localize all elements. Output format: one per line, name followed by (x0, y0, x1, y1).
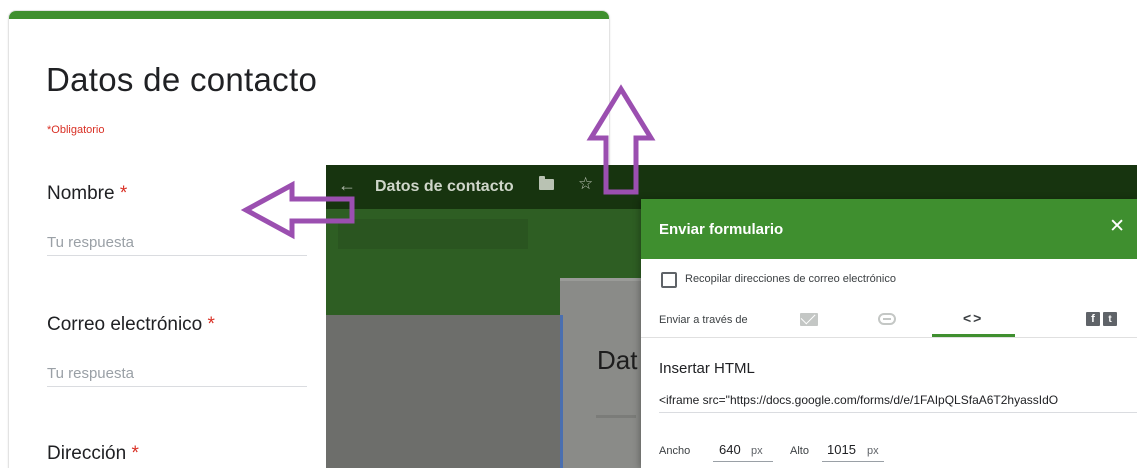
embed-section-title: Insertar HTML (659, 360, 755, 377)
send-via-label: Enviar a través de (659, 314, 748, 326)
editor-doc-title: Datos de contacto (375, 178, 514, 195)
tab-divider (641, 337, 1137, 338)
email-input[interactable] (47, 361, 307, 387)
question-address-label: Dirección * (47, 443, 139, 465)
embed-code-underline (659, 412, 1137, 413)
left-arrow (240, 180, 355, 240)
email-icon[interactable] (800, 313, 818, 326)
twitter-icon[interactable]: t (1103, 312, 1117, 326)
required-star: * (119, 183, 128, 204)
editor-preview-line (596, 415, 636, 418)
question-label-text: Correo electrónico (47, 314, 203, 335)
collect-emails-checkbox[interactable] (661, 272, 677, 288)
up-arrow (586, 84, 656, 195)
link-icon[interactable] (878, 313, 896, 325)
question-name-label: Nombre * (47, 183, 127, 205)
close-icon[interactable]: ✕ (1109, 217, 1125, 236)
question-label-text: Dirección (47, 443, 127, 464)
dialog-title: Enviar formulario (659, 221, 784, 238)
width-label: Ancho (659, 445, 691, 457)
height-label: Alto (790, 445, 809, 457)
editor-band-shadow (338, 219, 528, 249)
required-star: * (207, 314, 215, 335)
required-star: * (131, 443, 139, 464)
embed-code-icon[interactable]: <> (963, 310, 983, 326)
width-input[interactable]: 640 (719, 442, 741, 457)
send-form-dialog: Enviar formulario ✕ Recopilar direccione… (641, 199, 1137, 468)
height-unit: px (867, 445, 879, 457)
facebook-icon[interactable]: f (1086, 312, 1100, 326)
editor-preview-title: Dat (597, 345, 638, 375)
form-accent-bar (9, 11, 609, 19)
height-underline (822, 461, 884, 462)
width-unit: px (751, 445, 763, 457)
question-label-text: Nombre (47, 183, 115, 204)
folder-icon[interactable] (539, 176, 554, 190)
form-title: Datos de contacto (46, 61, 318, 98)
required-note: *Obligatorio (47, 124, 105, 136)
embed-code-field[interactable]: <iframe src="https://docs.google.com/for… (659, 393, 1129, 407)
width-underline (713, 461, 773, 462)
collect-emails-label: Recopilar direcciones de correo electrón… (685, 273, 896, 285)
question-email-label: Correo electrónico * (47, 314, 215, 336)
editor-preview-accent (560, 315, 563, 468)
height-input[interactable]: 1015 (827, 442, 856, 457)
